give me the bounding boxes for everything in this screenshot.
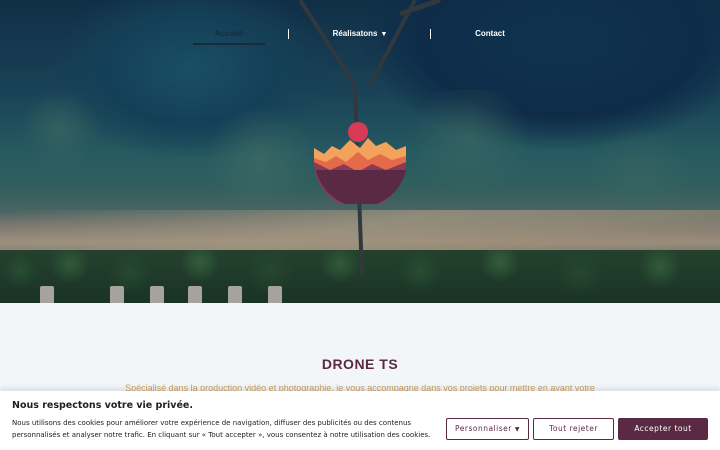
reject-all-button[interactable]: Tout rejeter <box>533 418 614 440</box>
sun-icon <box>348 122 368 142</box>
sun-mountain-logo <box>314 122 407 204</box>
chevron-down-icon: ▼ <box>380 31 388 38</box>
nav-item-accueil[interactable]: Accueil <box>193 25 265 45</box>
nav-item-label: Réalisatons <box>332 29 378 38</box>
nav-separator <box>288 29 289 39</box>
cookie-title: Nous respectons votre vie privée. <box>12 400 193 411</box>
accept-all-button[interactable]: Accepter tout <box>618 418 708 440</box>
nav-separator <box>430 29 431 39</box>
caret-down-icon: ▼ <box>514 426 520 433</box>
logo-base <box>316 170 406 204</box>
nav-item-realisations[interactable]: Réalisatons ▼ <box>320 25 400 45</box>
nav-item-label: Accueil <box>214 29 244 38</box>
customize-button[interactable]: Personnaliser ▼ <box>446 418 529 440</box>
nav-item-label: Contact <box>475 29 505 38</box>
page-title: DRONE TS <box>321 356 399 372</box>
cookie-text: Nous utilisons des cookies pour améliore… <box>12 419 431 439</box>
cookie-banner: Nous respectons votre vie privée. Nous u… <box>0 391 720 450</box>
nav-item-contact[interactable]: Contact <box>460 25 520 45</box>
main-nav: Accueil Réalisatons ▼ Contact <box>0 25 720 45</box>
customize-label: Personnaliser <box>455 424 512 433</box>
